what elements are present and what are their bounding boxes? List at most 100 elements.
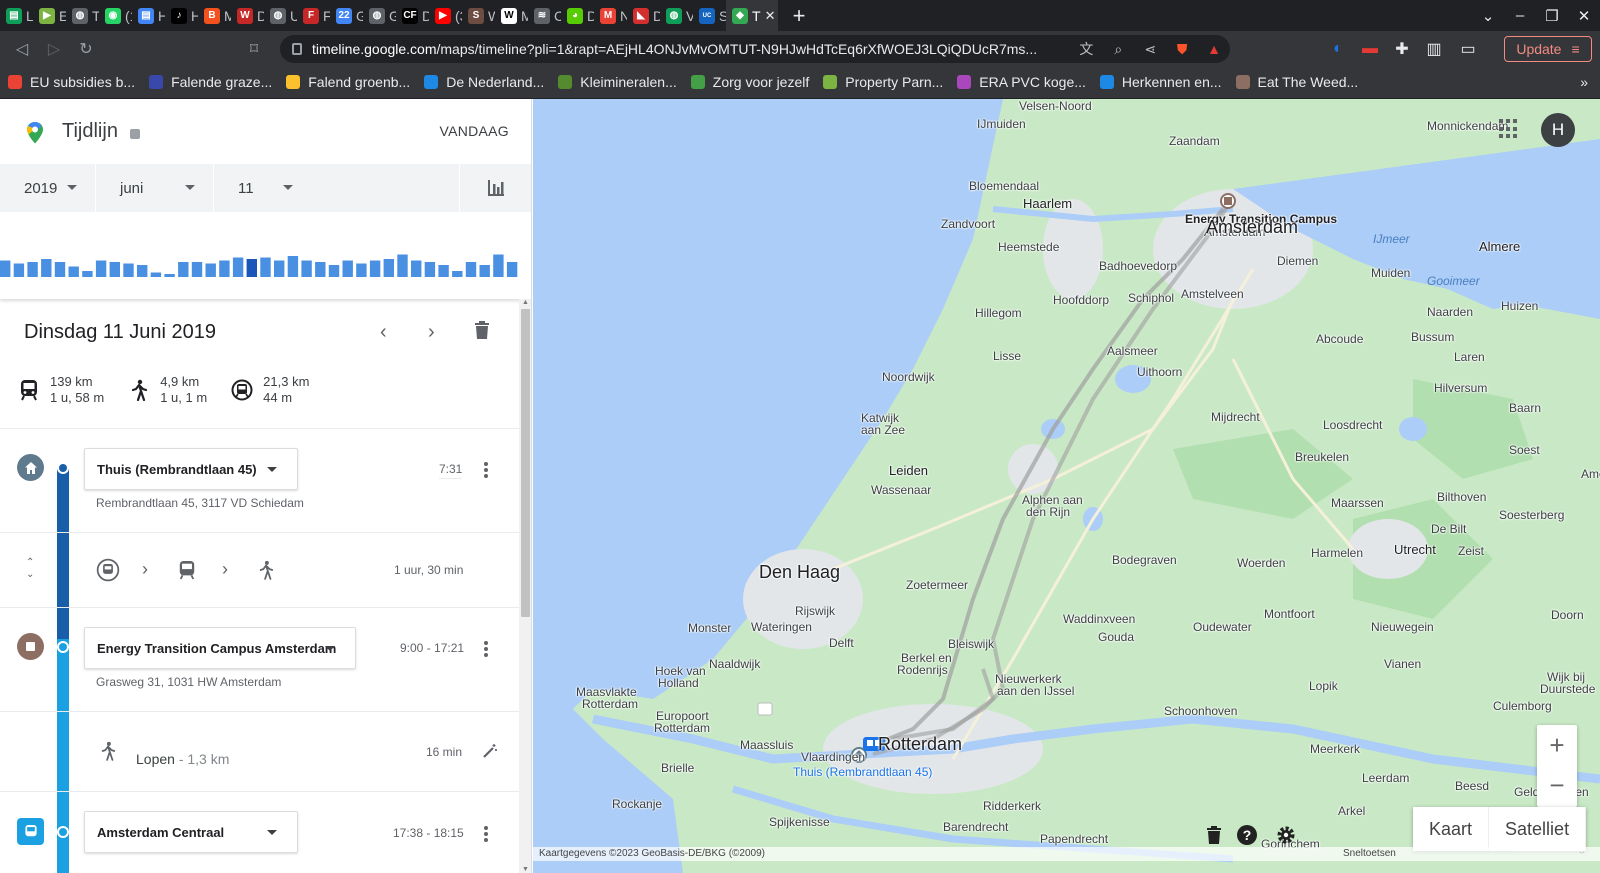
browser-tab[interactable]: ▶ Epis <box>33 0 66 31</box>
histogram-bar[interactable] <box>301 260 312 278</box>
histogram-bar[interactable] <box>274 260 285 278</box>
help-icon[interactable]: ? <box>1236 824 1258 846</box>
histogram-bar[interactable] <box>178 262 189 277</box>
restore-icon[interactable]: ❐ <box>1536 7 1568 25</box>
forward-icon[interactable]: ▷ <box>38 39 70 59</box>
bar-chart-icon[interactable] <box>460 164 531 212</box>
map-type-map-button[interactable]: Kaart <box>1413 807 1490 851</box>
month-select[interactable]: juni <box>96 164 214 212</box>
histogram-bar[interactable] <box>328 265 340 277</box>
histogram-bar[interactable] <box>246 259 257 277</box>
browser-tab[interactable]: CF DIY <box>396 0 429 31</box>
histogram-bar[interactable] <box>479 265 490 277</box>
scrollbar[interactable]: ▲ ▼ <box>519 299 531 873</box>
brave-rewards-icon[interactable]: ▲ <box>1198 41 1230 57</box>
extensions-icon[interactable]: ✚ <box>1386 39 1418 59</box>
extension-red-icon[interactable]: ▬ <box>1354 40 1386 58</box>
browser-tab[interactable]: ◍ Vinc <box>660 0 693 31</box>
browser-tab[interactable]: M New <box>594 0 627 31</box>
browser-tab[interactable]: ▶ (370 <box>429 0 462 31</box>
minimize-icon[interactable]: – <box>1504 7 1536 24</box>
browser-tab[interactable]: ◉ (1) V <box>99 0 132 31</box>
delete-icon[interactable] <box>1203 824 1225 846</box>
histogram-bar[interactable] <box>342 260 353 278</box>
today-button[interactable]: VANDAAG <box>439 123 509 139</box>
walk-segment-label[interactable]: Lopen - 1,3 km <box>136 751 229 767</box>
activity-histogram[interactable] <box>0 247 532 277</box>
previous-day-icon[interactable]: ‹ <box>380 321 387 344</box>
scrollbar-thumb[interactable] <box>521 309 530 617</box>
histogram-bar[interactable] <box>452 271 463 277</box>
account-avatar[interactable]: H <box>1541 113 1575 147</box>
browser-tab[interactable]: ◍ The <box>66 0 99 31</box>
histogram-bar[interactable] <box>315 262 326 277</box>
histogram-bar[interactable] <box>82 271 93 277</box>
map-type-satellite-button[interactable]: Satelliet <box>1489 807 1587 851</box>
browser-tab[interactable]: F Fron <box>297 0 330 31</box>
histogram-bar[interactable] <box>465 262 477 277</box>
histogram-bar[interactable] <box>397 254 408 278</box>
extension-blue-icon[interactable]: ◐ <box>1322 40 1354 58</box>
histogram-bar[interactable] <box>13 263 25 278</box>
histogram-bar[interactable] <box>123 263 134 278</box>
histogram-bar[interactable] <box>383 259 394 277</box>
bookmarks-more-button[interactable]: » <box>1580 74 1588 90</box>
histogram-bar[interactable] <box>287 256 299 277</box>
histogram-bar[interactable] <box>27 262 38 277</box>
histogram-bar[interactable] <box>260 257 271 278</box>
bookmark-item[interactable]: Herkennen en... <box>1099 74 1222 90</box>
bookmark-item[interactable]: Kleimineralen... <box>558 74 677 90</box>
histogram-bar[interactable] <box>438 265 449 277</box>
more-options-icon[interactable] <box>484 462 488 478</box>
histogram-bar[interactable] <box>493 254 504 278</box>
browser-tab[interactable]: UC Swe <box>693 0 726 31</box>
place-home-time[interactable]: 7:31 <box>439 462 463 479</box>
bookmark-item[interactable]: EU subsidies b... <box>8 74 135 90</box>
tab-active[interactable]: ◆ T ✕ <box>726 0 778 31</box>
new-tab-button[interactable]: + <box>784 3 814 29</box>
map-canvas[interactable]: Velsen-Noord IJmuiden Zaandam Monnickendam B… <box>533 99 1600 873</box>
place-home-button[interactable]: Thuis (Rembrandtlaan 45) <box>84 448 298 490</box>
more-options-icon[interactable] <box>484 826 488 842</box>
histogram-bar[interactable] <box>164 274 175 277</box>
histogram-bar[interactable] <box>95 260 107 278</box>
zoom-in-button[interactable]: + <box>1537 725 1577 766</box>
histogram-bar[interactable] <box>109 262 120 277</box>
histogram-bar[interactable] <box>137 265 148 277</box>
browser-tab[interactable]: ▤ Han <box>132 0 165 31</box>
browser-tab[interactable]: W Mat <box>495 0 528 31</box>
keyboard-shortcuts-link[interactable]: Sneltoetsen <box>1343 847 1396 861</box>
browser-tab[interactable]: 22 Goo <box>330 0 363 31</box>
histogram-bar[interactable] <box>506 262 518 277</box>
bookmark-icon[interactable]: ⌑ <box>238 39 270 59</box>
bookmark-item[interactable]: Property Parn... <box>823 74 943 90</box>
settings-gear-icon[interactable] <box>1275 824 1297 846</box>
bookmark-item[interactable]: Falende graze... <box>149 74 272 90</box>
histogram-bar[interactable] <box>68 266 79 278</box>
histogram-bar[interactable] <box>369 260 381 278</box>
more-options-icon[interactable] <box>484 641 488 657</box>
histogram-bar[interactable] <box>0 260 11 278</box>
next-day-icon[interactable]: › <box>428 321 435 344</box>
sidebar-icon[interactable]: ▥ <box>1418 39 1450 59</box>
scroll-down-icon[interactable]: ▼ <box>522 866 529 873</box>
place-work-time[interactable]: 9:00 - 17:21 <box>400 641 464 655</box>
place-station-button[interactable]: Amsterdam Centraal <box>84 811 298 853</box>
close-tab-icon[interactable]: ✕ <box>765 8 776 24</box>
zoom-out-button[interactable]: − <box>1537 766 1577 807</box>
browser-tab[interactable]: ♪ Hov <box>165 0 198 31</box>
bookmark-item[interactable]: Falend groenb... <box>286 74 410 90</box>
translate-icon[interactable]: 文 <box>1070 39 1102 59</box>
address-bar[interactable]: timeline.google.com/maps/timeline?pli=1&… <box>280 35 1230 63</box>
histogram-bar[interactable] <box>41 259 52 277</box>
browser-tab[interactable]: ≋ Calc <box>528 0 561 31</box>
back-icon[interactable]: ◁ <box>6 39 38 59</box>
place-station-time[interactable]: 17:38 - 18:15 <box>393 826 464 840</box>
place-work-button[interactable]: Energy Transition Campus Amsterdam <box>84 627 356 669</box>
url-text[interactable]: timeline.google.com/maps/timeline?pli=1&… <box>312 41 1070 57</box>
zoom-icon[interactable]: ⌕ <box>1102 41 1134 58</box>
bookmark-item[interactable]: Zorg voor jezelf <box>690 74 809 90</box>
browser-tab[interactable]: S Wha <box>462 0 495 31</box>
bookmark-item[interactable]: ERA PVC koge... <box>957 74 1086 90</box>
tab-search-icon[interactable]: ⌄ <box>1472 7 1504 25</box>
